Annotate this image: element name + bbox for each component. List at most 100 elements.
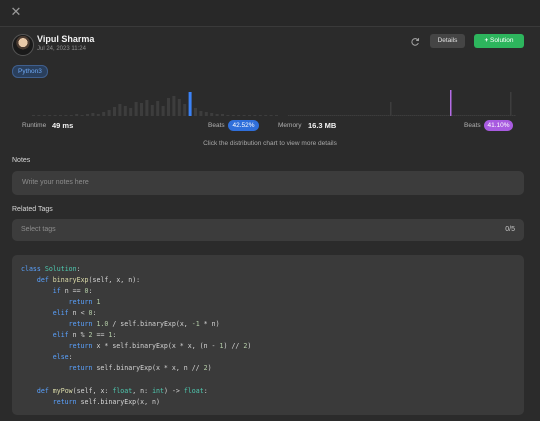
memory-bar [448,115,450,116]
runtime-bar [129,108,133,116]
memory-distribution-bars [288,90,516,116]
memory-bar [446,115,448,116]
runtime-bar [134,102,138,116]
runtime-bar [32,115,35,116]
memory-bar [424,115,426,116]
runtime-bar [113,107,116,116]
memory-bar [364,115,366,116]
code-token: ) // [223,342,244,351]
code-token: : [76,265,81,273]
memory-bar [342,115,344,116]
memory-bar [438,115,440,116]
runtime-bar [80,115,84,116]
notes-input[interactable]: Write your notes here [12,171,524,195]
refresh-icon[interactable] [408,35,422,49]
runtime-bar [42,115,46,116]
code-token: if [52,287,61,296]
code-line-7: elif n % 2 == 1: [21,331,117,340]
memory-bar [466,115,468,116]
memory-bar [362,115,364,116]
memory-bar [506,115,508,116]
memory-bar [358,115,360,116]
memory-bar [292,115,294,116]
memory-bar [344,115,346,116]
memory-bar [394,115,396,116]
memory-bar [392,115,394,116]
code-line-5: elif n < 0: [21,309,97,317]
memory-bar [460,115,462,116]
solution-button[interactable]: + Solution [474,34,524,48]
memory-bar [318,115,320,116]
memory-bar [294,115,296,116]
memory-bar [406,115,408,116]
code-line-3: if n == 0: [21,287,93,295]
runtime-bar [91,113,95,116]
memory-bar [352,115,354,116]
memory-bar [484,115,486,116]
avatar[interactable] [12,34,34,56]
runtime-bar [64,115,68,116]
runtime-bar [258,115,262,116]
memory-bar [494,115,496,116]
runtime-bar [231,115,235,116]
code-token: float [112,386,133,395]
code-token: ) [207,364,212,373]
memory-bar [496,115,498,116]
memory-bar [388,115,390,116]
runtime-bar [177,99,181,116]
memory-bar [376,115,378,116]
memory-bar [310,115,312,116]
code-token: ) -> [164,386,184,395]
memory-bar [464,115,466,116]
memory-label: Memory [278,122,302,129]
code-token: -1 [191,320,200,329]
user-name[interactable]: Vipul Sharma [37,34,94,44]
code-token: int [152,386,164,395]
memory-bar [366,115,368,116]
memory-bar [490,115,492,116]
runtime-bar [215,114,219,116]
code-token: elif [52,331,69,340]
memory-bar [382,115,384,116]
memory-bar [486,115,488,116]
memory-value: 16.3 MB [308,121,337,130]
memory-bar [290,115,292,116]
memory-bar [456,115,458,116]
memory-bar [346,115,348,116]
runtime-bar [253,115,257,116]
code-block[interactable]: class Solution: def binaryExp(self, x, n… [12,255,524,415]
memory-bar [360,115,362,116]
code-token: self.binaryExp(x * x, n // [92,364,204,373]
code-token: : [88,287,93,296]
memory-bar [430,115,432,116]
code-token: return [68,364,93,373]
tags-select[interactable]: Select tags 0/5 [12,219,524,241]
memory-bar [512,115,514,116]
memory-bar [510,92,512,116]
code-token: return [68,320,93,329]
close-icon[interactable]: ✕ [9,5,23,19]
code-token: def [36,386,49,395]
runtime-bar [264,115,268,116]
code-token: else [52,353,69,362]
memory-bar [508,115,510,116]
runtime-bar [242,115,246,116]
tags-placeholder: Select tags [21,226,56,233]
memory-beats-label: Beats [464,122,481,129]
runtime-bar [204,112,208,116]
runtime-beats-badge: 42.52% [228,120,259,131]
runtime-bar [53,115,57,116]
memory-bar [350,115,352,116]
memory-bar [502,115,504,116]
code-line-12: def myPow(self, x: float, n: int) -> flo… [21,387,208,395]
distribution-chart[interactable] [0,80,540,120]
details-button[interactable]: Details [430,34,465,48]
related-tags-label: Related Tags [12,206,53,213]
memory-bar [402,115,404,116]
notes-label: Notes [12,157,31,164]
language-badge: Python3 [12,65,48,78]
memory-bar [396,115,398,116]
code-token: 1.0 [96,320,109,329]
memory-beats-badge: 41.10% [484,120,513,131]
runtime-bar [172,96,176,116]
